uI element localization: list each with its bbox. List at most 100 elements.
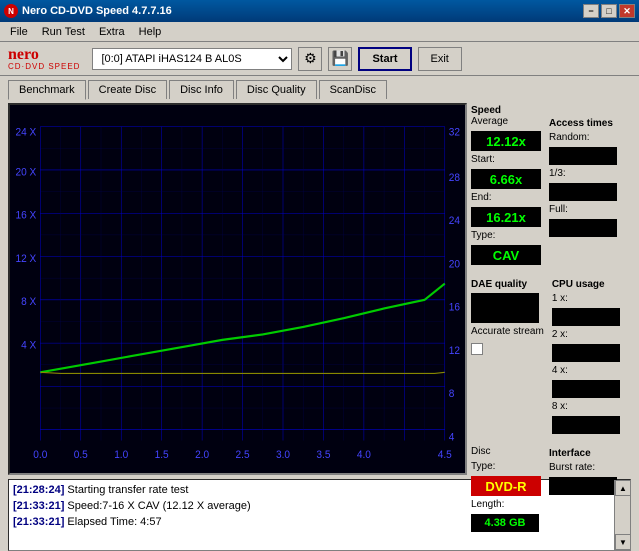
tab-benchmark[interactable]: Benchmark xyxy=(8,80,86,100)
svg-text:4 X: 4 X xyxy=(21,340,36,351)
disc-type-sublabel: Type: xyxy=(471,461,541,472)
nero-logo: nero CD·DVD SPEED xyxy=(8,47,80,71)
log-time-0: [21:28:24] xyxy=(13,484,64,496)
svg-text:24 X: 24 X xyxy=(15,127,36,138)
title-controls: − □ ✕ xyxy=(583,4,635,18)
nero-logo-bottom: CD·DVD SPEED xyxy=(8,63,80,71)
cpu-8x-value xyxy=(552,416,620,434)
menu-extra[interactable]: Extra xyxy=(93,24,131,40)
svg-text:3.5: 3.5 xyxy=(316,450,330,461)
accurate-stream-row xyxy=(471,343,544,355)
accurate-stream-checkbox[interactable] xyxy=(471,343,483,355)
svg-text:16: 16 xyxy=(449,302,460,313)
log-line-1: [21:33:21] Speed:7-16 X CAV (12.12 X ave… xyxy=(13,498,610,514)
close-button[interactable]: ✕ xyxy=(619,4,635,18)
start-value: 6.66x xyxy=(471,169,541,189)
tab-create-disc[interactable]: Create Disc xyxy=(88,80,167,99)
menu-file[interactable]: File xyxy=(4,24,34,40)
burst-rate-label: Burst rate: xyxy=(549,462,617,473)
cpu-2x-label: 2 x: xyxy=(552,329,620,340)
type-label: Type: xyxy=(471,230,541,241)
log-line-2: [21:33:21] Elapsed Time: 4:57 xyxy=(13,514,610,530)
svg-text:1.5: 1.5 xyxy=(155,450,169,461)
dae-col: DAE quality Accurate stream xyxy=(471,277,544,434)
dae-value xyxy=(471,293,539,323)
accurate-stream-label: Accurate stream xyxy=(471,326,544,337)
svg-text:28: 28 xyxy=(449,172,460,183)
speed-left-col: Average 12.12x Start: 6.66x End: 16.21x … xyxy=(471,116,541,265)
tabs: Benchmark Create Disc Disc Info Disc Qua… xyxy=(0,76,639,99)
menu-run-test[interactable]: Run Test xyxy=(36,24,91,40)
log-time-2: [21:33:21] xyxy=(13,516,64,528)
title-bar-left: N Nero CD-DVD Speed 4.7.7.16 xyxy=(4,4,172,18)
toolbar: nero CD·DVD SPEED [0:0] ATAPI iHAS124 B … xyxy=(0,42,639,76)
access-times-title: Access times xyxy=(549,118,617,129)
tab-disc-quality[interactable]: Disc Quality xyxy=(236,80,317,99)
svg-text:4: 4 xyxy=(449,432,455,443)
title-text: Nero CD-DVD Speed 4.7.7.16 xyxy=(22,5,172,17)
maximize-button[interactable]: □ xyxy=(601,4,617,18)
nero-logo-top: nero xyxy=(8,47,80,63)
cpu-two-col: DAE quality Accurate stream CPU usage 1 … xyxy=(471,277,631,434)
end-value: 16.21x xyxy=(471,207,541,227)
speed-two-col: Average 12.12x Start: 6.66x End: 16.21x … xyxy=(471,116,631,265)
log-line-0: [21:28:24] Starting transfer rate test xyxy=(13,482,610,498)
cpu-1x-label: 1 x: xyxy=(552,293,620,304)
cpu-1x-value xyxy=(552,308,620,326)
cpu-4x-label: 4 x: xyxy=(552,365,620,376)
svg-text:0.5: 0.5 xyxy=(74,450,88,461)
exit-button[interactable]: Exit xyxy=(418,47,462,71)
dae-title: DAE quality xyxy=(471,279,544,290)
svg-text:12: 12 xyxy=(449,346,460,357)
start-button[interactable]: Start xyxy=(358,47,411,71)
properties-button[interactable]: ⚙ xyxy=(298,47,322,71)
cpu-title: CPU usage xyxy=(552,279,620,290)
log-text-2: Elapsed Time: 4:57 xyxy=(67,516,161,528)
svg-text:4.5: 4.5 xyxy=(438,450,452,461)
chart-svg: 4 X 8 X 12 X 16 X 20 X 24 X 4 8 12 16 20… xyxy=(10,105,465,473)
interface-title: Interface xyxy=(549,448,617,459)
cpu-section: DAE quality Accurate stream CPU usage 1 … xyxy=(471,277,631,434)
full-label: Full: xyxy=(549,204,617,215)
speed-title: Speed xyxy=(471,105,631,116)
svg-text:0.0: 0.0 xyxy=(33,450,47,461)
svg-text:24: 24 xyxy=(449,216,460,227)
menu-help[interactable]: Help xyxy=(133,24,168,40)
log-text-1: Speed:7-16 X CAV (12.12 X average) xyxy=(67,500,250,512)
svg-text:32: 32 xyxy=(449,127,460,138)
svg-text:4.0: 4.0 xyxy=(357,450,371,461)
speed-section: Speed Average 12.12x Start: 6.66x End: 1… xyxy=(471,103,631,265)
save-button[interactable]: 💾 xyxy=(328,47,352,71)
menu-bar: File Run Test Extra Help xyxy=(0,22,639,42)
cpu-8x-label: 8 x: xyxy=(552,401,620,412)
random-label: Random: xyxy=(549,132,617,143)
right-panel: Speed Average 12.12x Start: 6.66x End: 1… xyxy=(471,103,631,475)
minimize-button[interactable]: − xyxy=(583,4,599,18)
average-label: Average xyxy=(471,116,541,127)
tab-disc-info[interactable]: Disc Info xyxy=(169,80,234,99)
log-content: [21:28:24] Starting transfer rate test [… xyxy=(9,480,614,550)
scroll-down-button[interactable]: ▼ xyxy=(615,534,631,550)
cpu-2x-value xyxy=(552,344,620,362)
title-bar: N Nero CD-DVD Speed 4.7.7.16 − □ ✕ xyxy=(0,0,639,22)
average-value: 12.12x xyxy=(471,131,541,151)
drive-select[interactable]: [0:0] ATAPI iHAS124 B AL0S xyxy=(92,48,292,70)
type-value: CAV xyxy=(471,245,541,265)
end-label: End: xyxy=(471,192,541,203)
random-value xyxy=(549,147,617,165)
svg-text:16 X: 16 X xyxy=(15,210,36,221)
cpu-right-col: CPU usage 1 x: 2 x: 4 x: 8 x: xyxy=(552,277,620,434)
svg-text:2.5: 2.5 xyxy=(236,450,250,461)
main-content: 4 X 8 X 12 X 16 X 20 X 24 X 4 8 12 16 20… xyxy=(0,99,639,479)
log-area: [21:28:24] Starting transfer rate test [… xyxy=(8,479,631,551)
scroll-up-button[interactable]: ▲ xyxy=(615,480,631,496)
onethird-label: 1/3: xyxy=(549,168,617,179)
scroll-track xyxy=(615,496,630,534)
start-label: Start: xyxy=(471,154,541,165)
svg-text:20 X: 20 X xyxy=(15,167,36,178)
svg-text:20: 20 xyxy=(449,259,460,270)
svg-text:1.0: 1.0 xyxy=(114,450,128,461)
log-text-0: Starting transfer rate test xyxy=(67,484,188,496)
tab-scan-disc[interactable]: ScanDisc xyxy=(319,80,387,99)
log-scrollbar[interactable]: ▲ ▼ xyxy=(614,480,630,550)
